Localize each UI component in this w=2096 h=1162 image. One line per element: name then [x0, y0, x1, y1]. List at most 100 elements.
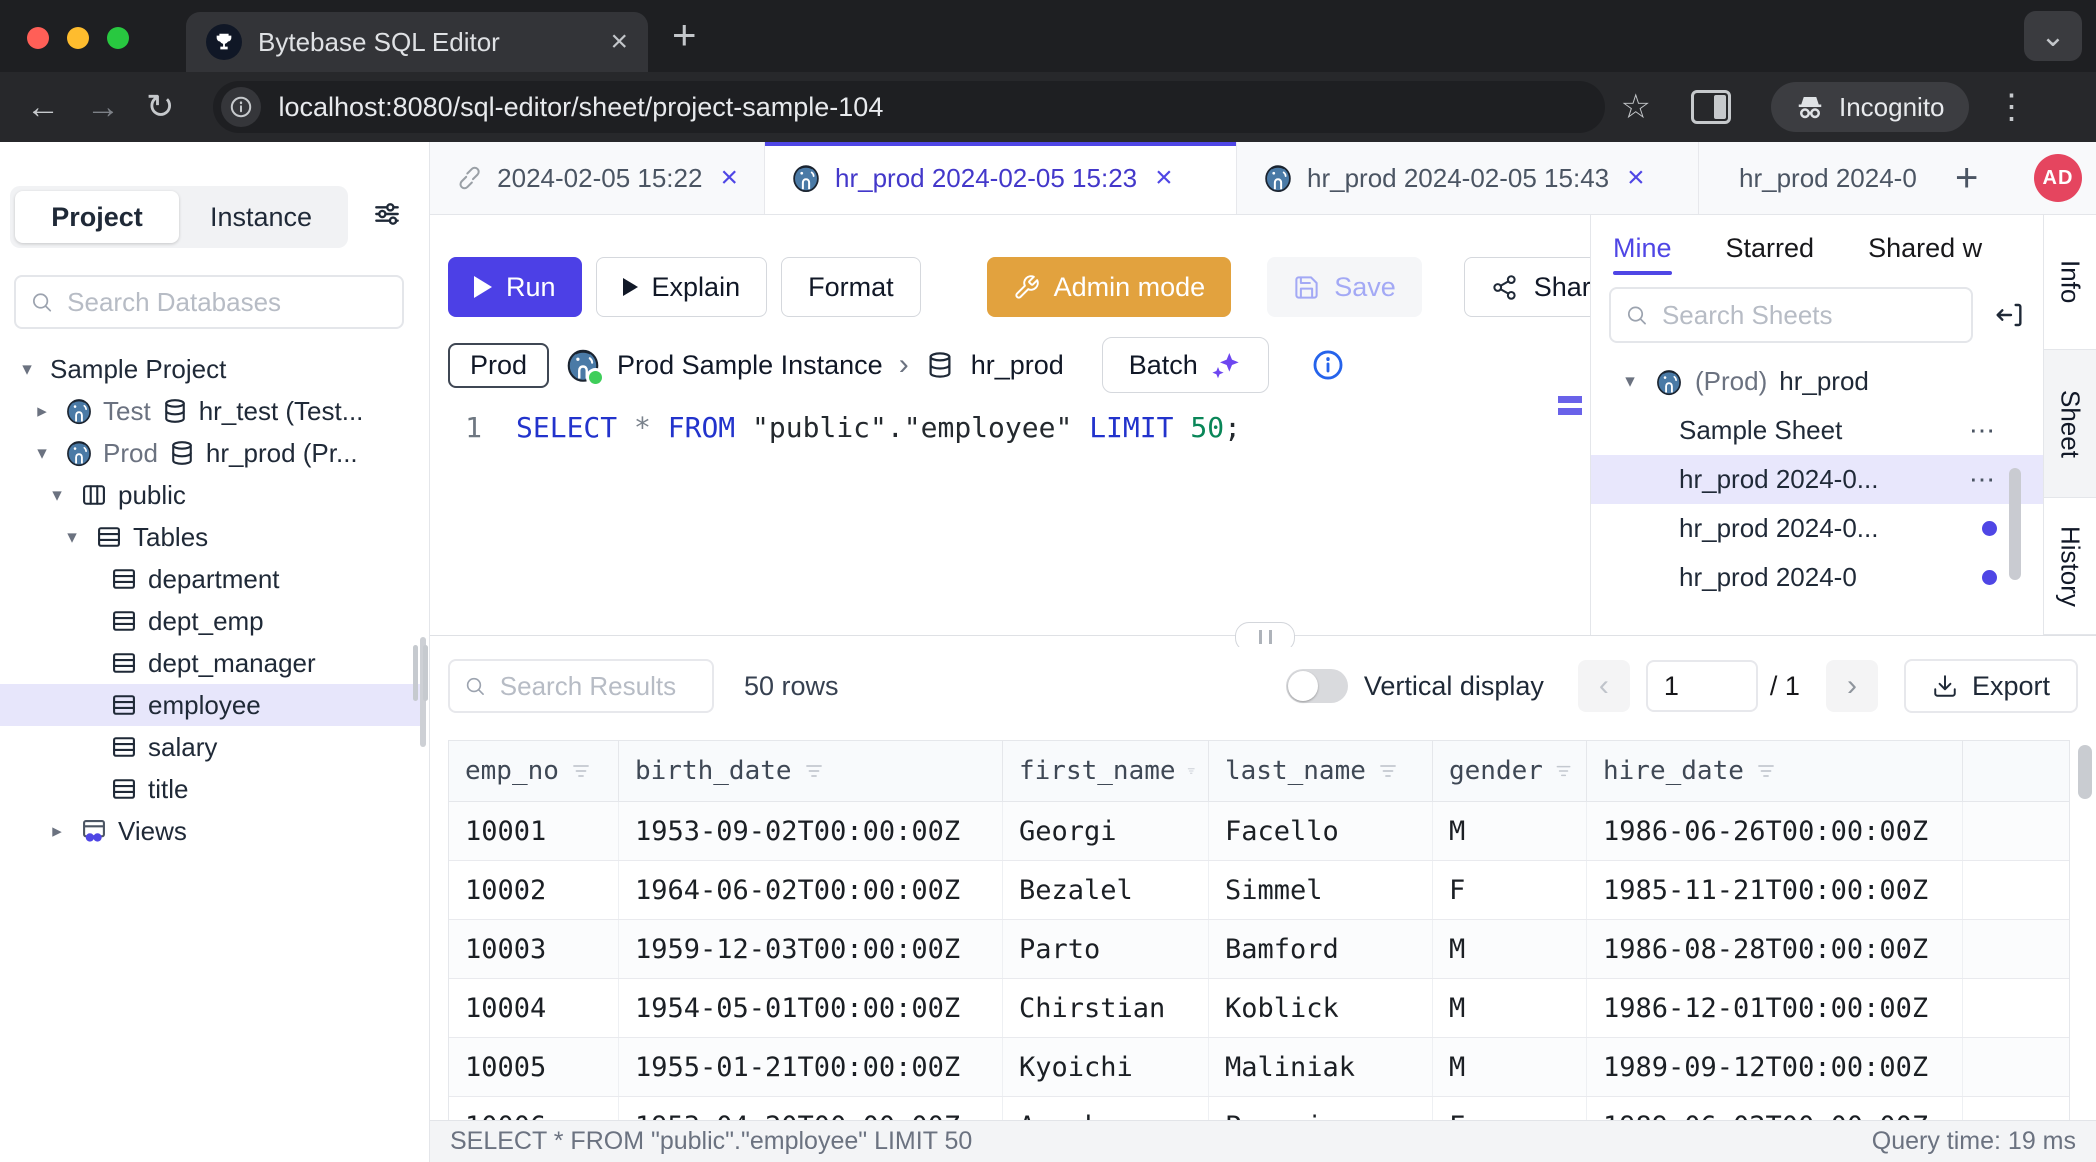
- cell[interactable]: 1986-12-01T00:00:00Z: [1587, 979, 1963, 1037]
- caret-right-icon[interactable]: ▸: [29, 400, 55, 423]
- cell[interactable]: Parto: [1003, 920, 1209, 978]
- connection-info-icon[interactable]: [1311, 348, 1345, 382]
- column-header-first_name[interactable]: first_name: [1003, 741, 1209, 801]
- sql-code[interactable]: SELECT * FROM "public"."employee" LIMIT …: [516, 411, 1241, 444]
- close-sheet-icon[interactable]: ×: [720, 161, 738, 195]
- filter-sliders-icon[interactable]: [371, 198, 403, 235]
- cell[interactable]: 1964-06-02T00:00:00Z: [619, 861, 1003, 919]
- cell[interactable]: 1989-06-02T00:00:00Z: [1587, 1097, 1963, 1120]
- column-header-birth_date[interactable]: birth_date: [619, 741, 1003, 801]
- tab-mine[interactable]: Mine: [1613, 215, 1672, 281]
- collapse-panel-icon[interactable]: [1993, 299, 2025, 331]
- cell[interactable]: 1953-09-02T00:00:00Z: [619, 802, 1003, 860]
- caret-down-icon[interactable]: ▾: [59, 526, 85, 549]
- caret-down-icon[interactable]: ▾: [44, 484, 70, 507]
- close-window-button[interactable]: [27, 27, 49, 49]
- cell[interactable]: F: [1433, 861, 1587, 919]
- sheet-list-item-sample-sheet[interactable]: Sample Sheet⋯: [1591, 406, 2043, 455]
- cell[interactable]: 10001: [449, 802, 619, 860]
- table-row[interactable]: 100031959-12-03T00:00:00ZPartoBamfordM19…: [449, 920, 2069, 979]
- sheet-tab-hr-prod-2024-02-05-15-23[interactable]: hr_prod 2024-02-05 15:23×: [765, 142, 1237, 214]
- tab-starred[interactable]: Starred: [1726, 215, 1815, 281]
- cell[interactable]: Preusig: [1209, 1097, 1433, 1120]
- caret-down-icon[interactable]: ▾: [14, 358, 40, 381]
- cell[interactable]: Chirstian: [1003, 979, 1209, 1037]
- sheet-list-item-hr-prod-2024-0[interactable]: hr_prod 2024-0...⋯: [1591, 455, 2043, 504]
- cell[interactable]: 1985-11-21T00:00:00Z: [1587, 861, 1963, 919]
- caret-right-icon[interactable]: ▸: [44, 820, 70, 843]
- sql-code-line[interactable]: 1 SELECT * FROM "public"."employee" LIMI…: [430, 411, 1590, 444]
- sheet-tab-hr-prod-2024-0[interactable]: hr_prod 2024-0: [1699, 142, 1939, 214]
- cell[interactable]: F: [1433, 1097, 1587, 1120]
- results-search-input[interactable]: [498, 670, 698, 703]
- tab-project[interactable]: Project: [15, 191, 179, 243]
- tab-shared[interactable]: Shared w: [1868, 215, 1982, 281]
- cell[interactable]: 10006: [449, 1097, 619, 1120]
- environment-badge[interactable]: Prod: [448, 343, 549, 388]
- sheet-list-item-hr-prod-2024-0[interactable]: hr_prod 2024-0: [1591, 553, 2043, 602]
- browser-menu-icon[interactable]: ⋮: [1995, 87, 2029, 127]
- results-search[interactable]: [448, 659, 714, 713]
- instance-name[interactable]: Prod Sample Instance: [617, 350, 883, 381]
- tab-instance[interactable]: Instance: [179, 191, 343, 243]
- vertical-display-toggle[interactable]: [1286, 669, 1348, 703]
- cell[interactable]: M: [1433, 979, 1587, 1037]
- admin-mode-button[interactable]: Admin mode: [987, 257, 1232, 317]
- table-row[interactable]: 100021964-06-02T00:00:00ZBezalelSimmelF1…: [449, 861, 2069, 920]
- column-header-last_name[interactable]: last_name: [1209, 741, 1433, 801]
- minimize-window-button[interactable]: [67, 27, 89, 49]
- tree-item-sample-project[interactable]: ▾Sample Project: [0, 348, 423, 390]
- cell[interactable]: 1955-01-21T00:00:00Z: [619, 1038, 1003, 1096]
- run-button[interactable]: Run: [448, 257, 582, 317]
- table-row[interactable]: 100061953-04-20T00:00:00ZAnnekePreusigF1…: [449, 1097, 2069, 1120]
- vertical-tab-info[interactable]: Info: [2044, 215, 2096, 350]
- vertical-tab-history[interactable]: History: [2044, 498, 2096, 635]
- results-scrollbar[interactable]: [2078, 745, 2092, 799]
- sheets-search-input[interactable]: [1660, 299, 1957, 332]
- sheet-list-item-hr-prod-2024-0[interactable]: hr_prod 2024-0...: [1591, 504, 2043, 553]
- tree-item-tables[interactable]: ▾Tables: [0, 516, 423, 558]
- site-info-icon[interactable]: [221, 87, 261, 127]
- cell[interactable]: Koblick: [1209, 979, 1433, 1037]
- tree-item-title[interactable]: title: [0, 768, 423, 810]
- cell[interactable]: 1953-04-20T00:00:00Z: [619, 1097, 1003, 1120]
- page-number-input[interactable]: [1646, 660, 1758, 712]
- tree-item-salary[interactable]: salary: [0, 726, 423, 768]
- tree-item-dept-emp[interactable]: dept_emp: [0, 600, 423, 642]
- database-search[interactable]: [14, 275, 404, 329]
- cell[interactable]: M: [1433, 1038, 1587, 1096]
- table-row[interactable]: 100011953-09-02T00:00:00ZGeorgiFacelloM1…: [449, 802, 2069, 861]
- cell[interactable]: Bamford: [1209, 920, 1433, 978]
- tree-item-dept-manager[interactable]: dept_manager: [0, 642, 423, 684]
- sheet-list-group-hr-prod[interactable]: ▾(Prod)hr_prod: [1591, 357, 2043, 406]
- sidebar-resize-handle[interactable]: [413, 645, 428, 701]
- bookmark-star-icon[interactable]: ☆: [1621, 87, 1651, 127]
- caret-down-icon[interactable]: ▾: [1617, 370, 1643, 393]
- address-bar[interactable]: localhost:8080/sql-editor/sheet/project-…: [213, 81, 1605, 133]
- cell[interactable]: 10002: [449, 861, 619, 919]
- prev-page-button[interactable]: ‹: [1578, 660, 1630, 712]
- batch-button[interactable]: Batch: [1102, 337, 1269, 393]
- cell[interactable]: Simmel: [1209, 861, 1433, 919]
- database-search-input[interactable]: [65, 286, 388, 319]
- table-row[interactable]: 100041954-05-01T00:00:00ZChirstianKoblic…: [449, 979, 2069, 1038]
- cell[interactable]: 1986-06-26T00:00:00Z: [1587, 802, 1963, 860]
- sheets-search[interactable]: [1609, 287, 1973, 343]
- vertical-tab-sheet[interactable]: Sheet: [2044, 350, 2096, 498]
- cell[interactable]: Anneke: [1003, 1097, 1209, 1120]
- cell[interactable]: 10004: [449, 979, 619, 1037]
- database-name[interactable]: hr_prod: [971, 350, 1064, 381]
- back-icon[interactable]: ←: [26, 88, 60, 127]
- tree-item-test[interactable]: ▸Testhr_test (Test...: [0, 390, 423, 432]
- add-sheet-tab-button[interactable]: +: [1939, 142, 1994, 214]
- cell[interactable]: 1954-05-01T00:00:00Z: [619, 979, 1003, 1037]
- caret-down-icon[interactable]: ▾: [29, 442, 55, 465]
- table-row[interactable]: 100051955-01-21T00:00:00ZKyoichiMaliniak…: [449, 1038, 2069, 1097]
- export-button[interactable]: Export: [1904, 659, 2078, 713]
- tree-item-department[interactable]: department: [0, 558, 423, 600]
- next-page-button[interactable]: ›: [1826, 660, 1878, 712]
- cell[interactable]: Georgi: [1003, 802, 1209, 860]
- new-tab-button[interactable]: +: [672, 14, 697, 56]
- sheet-tab-2024-02-05-15-22[interactable]: 2024-02-05 15:22×: [430, 142, 765, 214]
- cell[interactable]: Maliniak: [1209, 1038, 1433, 1096]
